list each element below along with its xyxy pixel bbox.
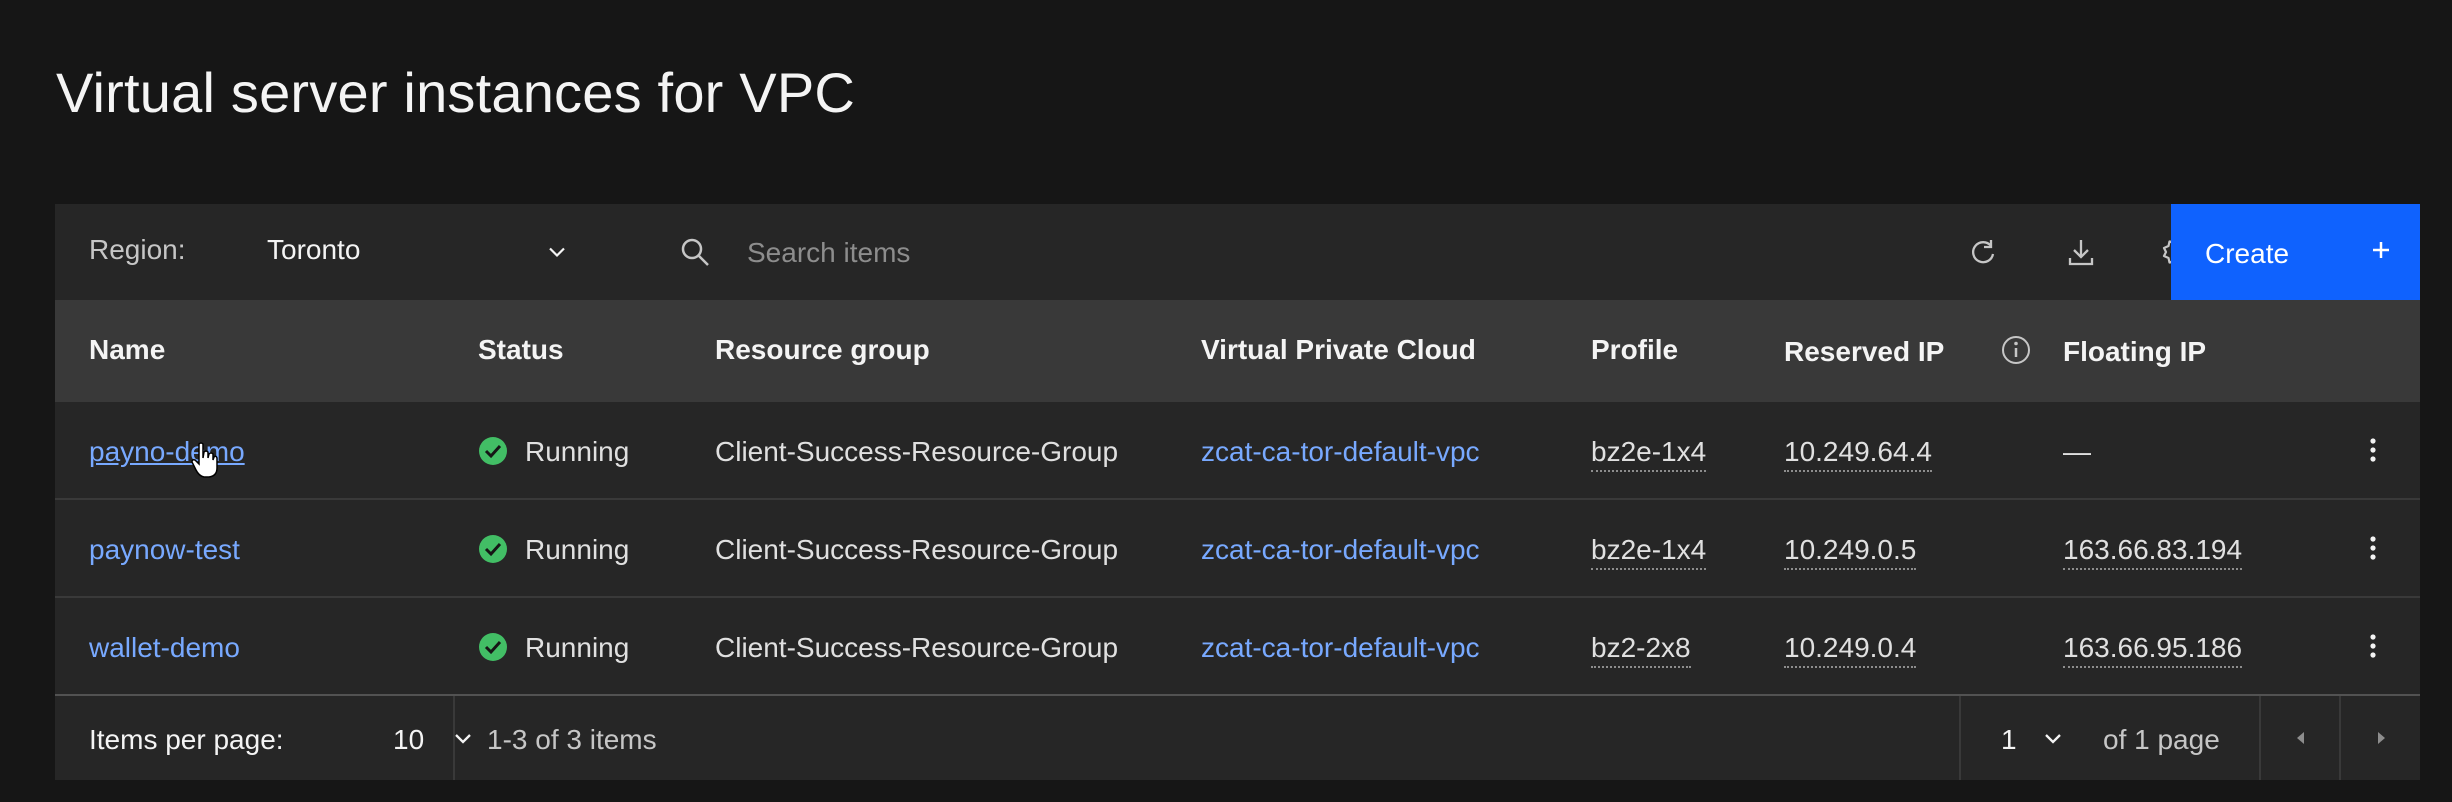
- items-per-page-value: 10: [393, 724, 425, 755]
- vpc-link[interactable]: zcat-ca-tor-default-vpc: [1201, 632, 1480, 664]
- instance-name-link[interactable]: paynow-test: [89, 534, 240, 566]
- overflow-menu-icon[interactable]: [2345, 618, 2401, 674]
- column-header-vpc: Virtual Private Cloud: [1201, 334, 1476, 365]
- search-input[interactable]: [745, 228, 1649, 278]
- profile-cell[interactable]: bz2e-1x4: [1591, 436, 1707, 472]
- reserved-ip-cell[interactable]: 10.249.0.4: [1784, 632, 1917, 668]
- next-page-button[interactable]: [2341, 696, 2421, 780]
- search-box: [615, 214, 1845, 290]
- column-header-resource-group: Resource group: [715, 334, 930, 365]
- status-text: Running: [525, 436, 630, 467]
- caret-right-icon: [2378, 732, 2385, 744]
- column-header-floating-ip: Floating IP: [2063, 336, 2207, 367]
- table-row: payno-demo Running Client-Success-Resour…: [55, 400, 2420, 498]
- refresh-icon: [1972, 240, 1995, 264]
- status-text: Running: [525, 632, 630, 663]
- table-header-row: Name Status Resource group Virtual Priva…: [55, 300, 2420, 400]
- column-header-reserved-ip: Reserved IP: [1784, 336, 1945, 367]
- hand-cursor-icon: [191, 442, 218, 478]
- column-header-profile: Profile: [1591, 334, 1679, 365]
- pagination-bar: Items per page: 10 1-3 of 3 items 1 of 1…: [55, 694, 2420, 780]
- add-icon: [2373, 242, 2389, 258]
- column-header-status: Status: [478, 334, 564, 365]
- profile-cell[interactable]: bz2e-1x4: [1591, 534, 1707, 570]
- status-success-icon: [479, 437, 507, 465]
- page-select[interactable]: 1: [1961, 696, 2095, 780]
- region-dropdown[interactable]: Toronto: [267, 218, 577, 286]
- floating-ip-cell[interactable]: 163.66.95.186: [2063, 632, 2243, 668]
- create-button-label: Create: [2205, 238, 2290, 269]
- region-label: Region:: [89, 234, 186, 265]
- items-per-page-select[interactable]: 10: [375, 696, 485, 780]
- page-title: Virtual server instances for VPC: [56, 61, 856, 124]
- items-range-text: 1-3 of 3 items: [487, 724, 657, 755]
- chevron-down-icon: [549, 247, 565, 258]
- resource-group-cell: Client-Success-Resource-Group: [715, 436, 1119, 467]
- resource-group-cell: Client-Success-Resource-Group: [715, 534, 1119, 565]
- instance-name-link[interactable]: payno-demo: [89, 436, 245, 468]
- download-icon: [2068, 240, 2094, 266]
- profile-cell[interactable]: bz2-2x8: [1591, 632, 1691, 668]
- table-row: wallet-demo Running Client-Success-Resou…: [55, 596, 2420, 694]
- total-pages-text: of 1 page: [2103, 724, 2220, 755]
- refresh-button[interactable]: [1935, 204, 2031, 300]
- items-per-page-label: Items per page:: [89, 724, 284, 755]
- vpc-link[interactable]: zcat-ca-tor-default-vpc: [1201, 436, 1480, 468]
- page-select-value: 1: [2001, 724, 2017, 755]
- resource-group-cell: Client-Success-Resource-Group: [715, 632, 1119, 663]
- floating-ip-cell[interactable]: 163.66.83.194: [2063, 534, 2243, 570]
- vpc-link[interactable]: zcat-ca-tor-default-vpc: [1201, 534, 1480, 566]
- column-header-name: Name: [89, 334, 166, 365]
- status-text: Running: [525, 534, 630, 565]
- divider: [453, 696, 455, 780]
- status-success-icon: [479, 633, 507, 661]
- create-button[interactable]: Create: [2171, 204, 2420, 300]
- status-success-icon: [479, 535, 507, 563]
- download-button[interactable]: [2033, 204, 2129, 300]
- previous-page-button[interactable]: [2261, 696, 2341, 780]
- reserved-ip-cell[interactable]: 10.249.64.4: [1784, 436, 1932, 472]
- region-value: Toronto: [267, 234, 361, 265]
- table-row: paynow-test Running Client-Success-Resou…: [55, 498, 2420, 596]
- caret-left-icon: [2297, 732, 2304, 744]
- instances-table: Region: Toronto Search items Create Name…: [55, 204, 2420, 780]
- info-icon[interactable]: [2000, 334, 2032, 366]
- table-toolbar: Region: Toronto Search items Create: [55, 204, 2420, 300]
- instance-name-link[interactable]: wallet-demo: [89, 632, 240, 664]
- overflow-menu-icon[interactable]: [2345, 520, 2401, 576]
- floating-ip-cell: —: [2063, 436, 2091, 467]
- chevron-down-icon: [2045, 734, 2061, 744]
- reserved-ip-cell[interactable]: 10.249.0.5: [1784, 534, 1917, 570]
- search-icon: [681, 238, 709, 266]
- overflow-menu-icon[interactable]: [2345, 422, 2401, 478]
